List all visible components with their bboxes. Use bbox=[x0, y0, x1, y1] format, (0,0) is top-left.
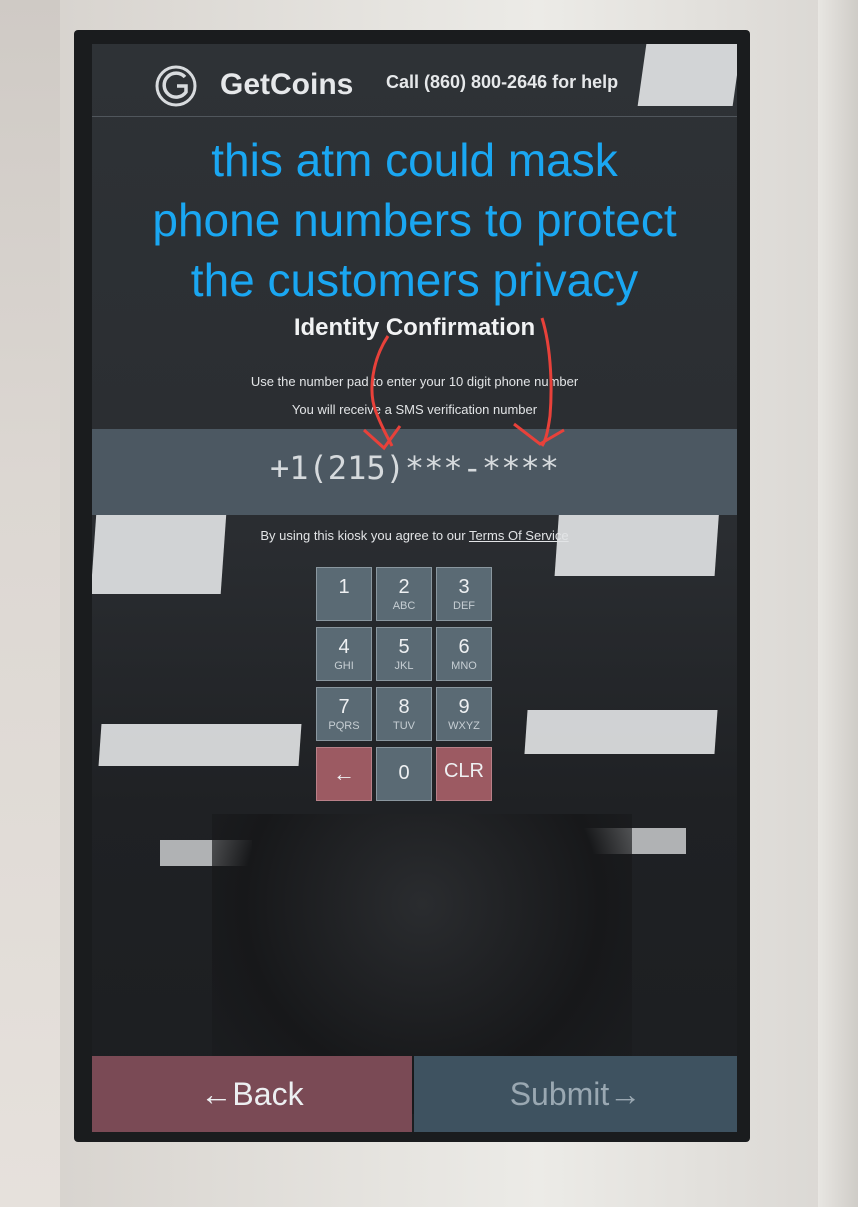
key-digit: 3 bbox=[458, 576, 470, 598]
key-digit: 4 bbox=[338, 636, 350, 658]
key-digit: 0 bbox=[398, 762, 410, 784]
submit-button[interactable]: Submit→ bbox=[414, 1056, 737, 1132]
page-title: Identity Confirmation bbox=[293, 314, 536, 341]
key-digit: 1 bbox=[338, 576, 350, 598]
key-8[interactable]: 8 TUV bbox=[376, 687, 432, 741]
light-reflection bbox=[524, 710, 718, 754]
phone-number-value: +1(215)***-**** bbox=[270, 449, 559, 487]
key-letters: DEF bbox=[453, 600, 475, 612]
back-button[interactable]: ←Back bbox=[92, 1056, 412, 1132]
instruction-line-2: You will receive a SMS verification numb… bbox=[291, 402, 538, 417]
key-6[interactable]: 6 MNO bbox=[436, 627, 492, 681]
key-letters: MNO bbox=[451, 660, 477, 672]
key-digit: 8 bbox=[398, 696, 410, 718]
light-reflection bbox=[98, 724, 302, 766]
submit-label: Submit→ bbox=[509, 1076, 642, 1112]
clear-key[interactable]: CLR bbox=[436, 747, 492, 801]
kiosk-screen: GetCoins Call (860) 800-2646 for help th… bbox=[92, 44, 737, 1132]
key-1[interactable]: 1 bbox=[316, 567, 372, 621]
number-pad: 1 2 ABC 3 DEF 4 GHI 5 JKL 6 MNO 7 PQRS 8 bbox=[316, 567, 496, 811]
key-letters: PQRS bbox=[328, 720, 360, 732]
terms-of-service-link[interactable]: Terms Of Service bbox=[469, 528, 569, 543]
clear-label: CLR bbox=[443, 760, 484, 782]
back-label: ←Back bbox=[200, 1076, 304, 1112]
light-reflection bbox=[637, 44, 737, 106]
key-4[interactable]: 4 GHI bbox=[316, 627, 372, 681]
key-digit: 9 bbox=[458, 696, 470, 718]
caption-line-3: the customers privacy bbox=[190, 254, 639, 306]
key-5[interactable]: 5 JKL bbox=[376, 627, 432, 681]
key-9[interactable]: 9 WXYZ bbox=[436, 687, 492, 741]
key-7[interactable]: 7 PQRS bbox=[316, 687, 372, 741]
terms-notice: By using this kiosk you agree to our Ter… bbox=[92, 528, 737, 543]
caption-line-2: phone numbers to protect bbox=[152, 194, 677, 246]
key-letters: ABC bbox=[392, 600, 416, 612]
key-digit: 7 bbox=[338, 696, 350, 718]
key-letters: GHI bbox=[334, 660, 354, 672]
getcoins-logo-icon bbox=[155, 65, 197, 107]
key-2[interactable]: 2 ABC bbox=[376, 567, 432, 621]
help-phone-text: Call (860) 800-2646 for help bbox=[386, 72, 619, 92]
terms-prefix: By using this kiosk you agree to our bbox=[260, 528, 469, 543]
brand-name: GetCoins bbox=[220, 68, 354, 101]
key-digit: 2 bbox=[398, 576, 410, 598]
instruction-line-1: Use the number pad to enter your 10 digi… bbox=[250, 374, 579, 389]
kiosk-edge bbox=[818, 0, 858, 1207]
arrow-left-icon: ← bbox=[333, 761, 355, 786]
key-digit: 5 bbox=[398, 636, 410, 658]
key-0[interactable]: 0 bbox=[376, 747, 432, 801]
key-3[interactable]: 3 DEF bbox=[436, 567, 492, 621]
caption-line-1: this atm could mask bbox=[211, 134, 618, 186]
phone-number-field[interactable]: +1(215)***-**** bbox=[92, 429, 737, 515]
key-letters: JKL bbox=[394, 660, 414, 672]
key-letters: TUV bbox=[393, 720, 415, 732]
backspace-key[interactable]: ← bbox=[316, 747, 372, 801]
key-digit: 6 bbox=[458, 636, 470, 658]
key-letters: WXYZ bbox=[448, 720, 480, 732]
